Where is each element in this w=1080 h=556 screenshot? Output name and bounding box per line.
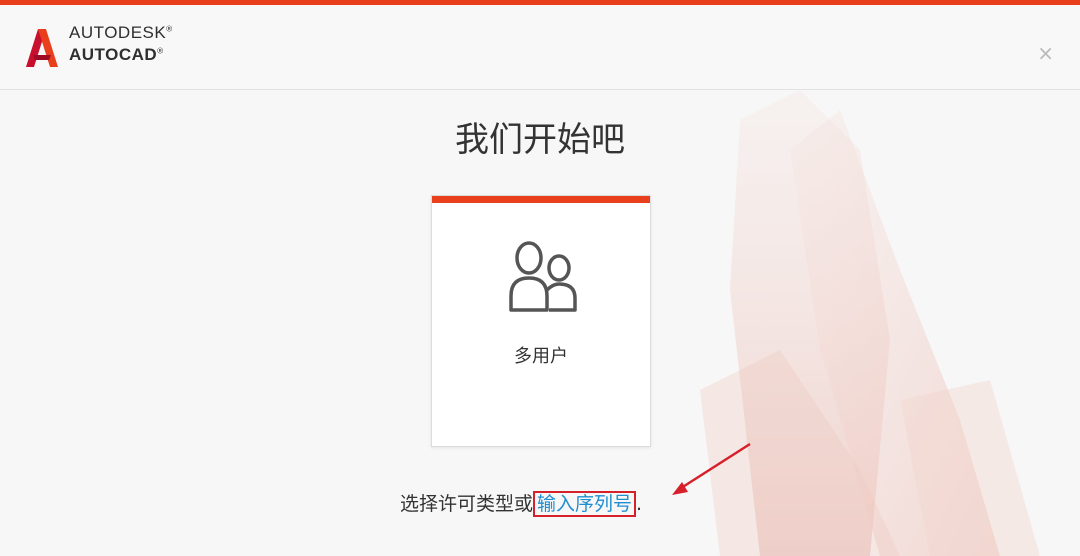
prompt-period: . [636, 493, 643, 515]
card-label: 多用户 [514, 346, 568, 367]
brand-autodesk: AUTODESK® [69, 23, 173, 42]
autocad-logo-icon [26, 29, 58, 67]
annotation-arrow [672, 442, 751, 495]
license-prompt: 选择许可类型或 输入序列号. [400, 489, 643, 517]
license-prompt-text: 选择许可类型或 [400, 493, 534, 515]
brand-autocad: AUTOCAD® [69, 45, 164, 64]
multi-user-card[interactable]: 多用户 [431, 195, 651, 447]
page-title: 我们开始吧 [455, 120, 625, 160]
multi-user-icon [509, 241, 577, 312]
card-accent-bar [432, 196, 650, 203]
header: AUTODESK® AUTOCAD® × [0, 5, 1080, 90]
close-button[interactable]: × [1037, 43, 1054, 63]
enter-serial-link[interactable]: 输入序列号 [533, 491, 637, 517]
